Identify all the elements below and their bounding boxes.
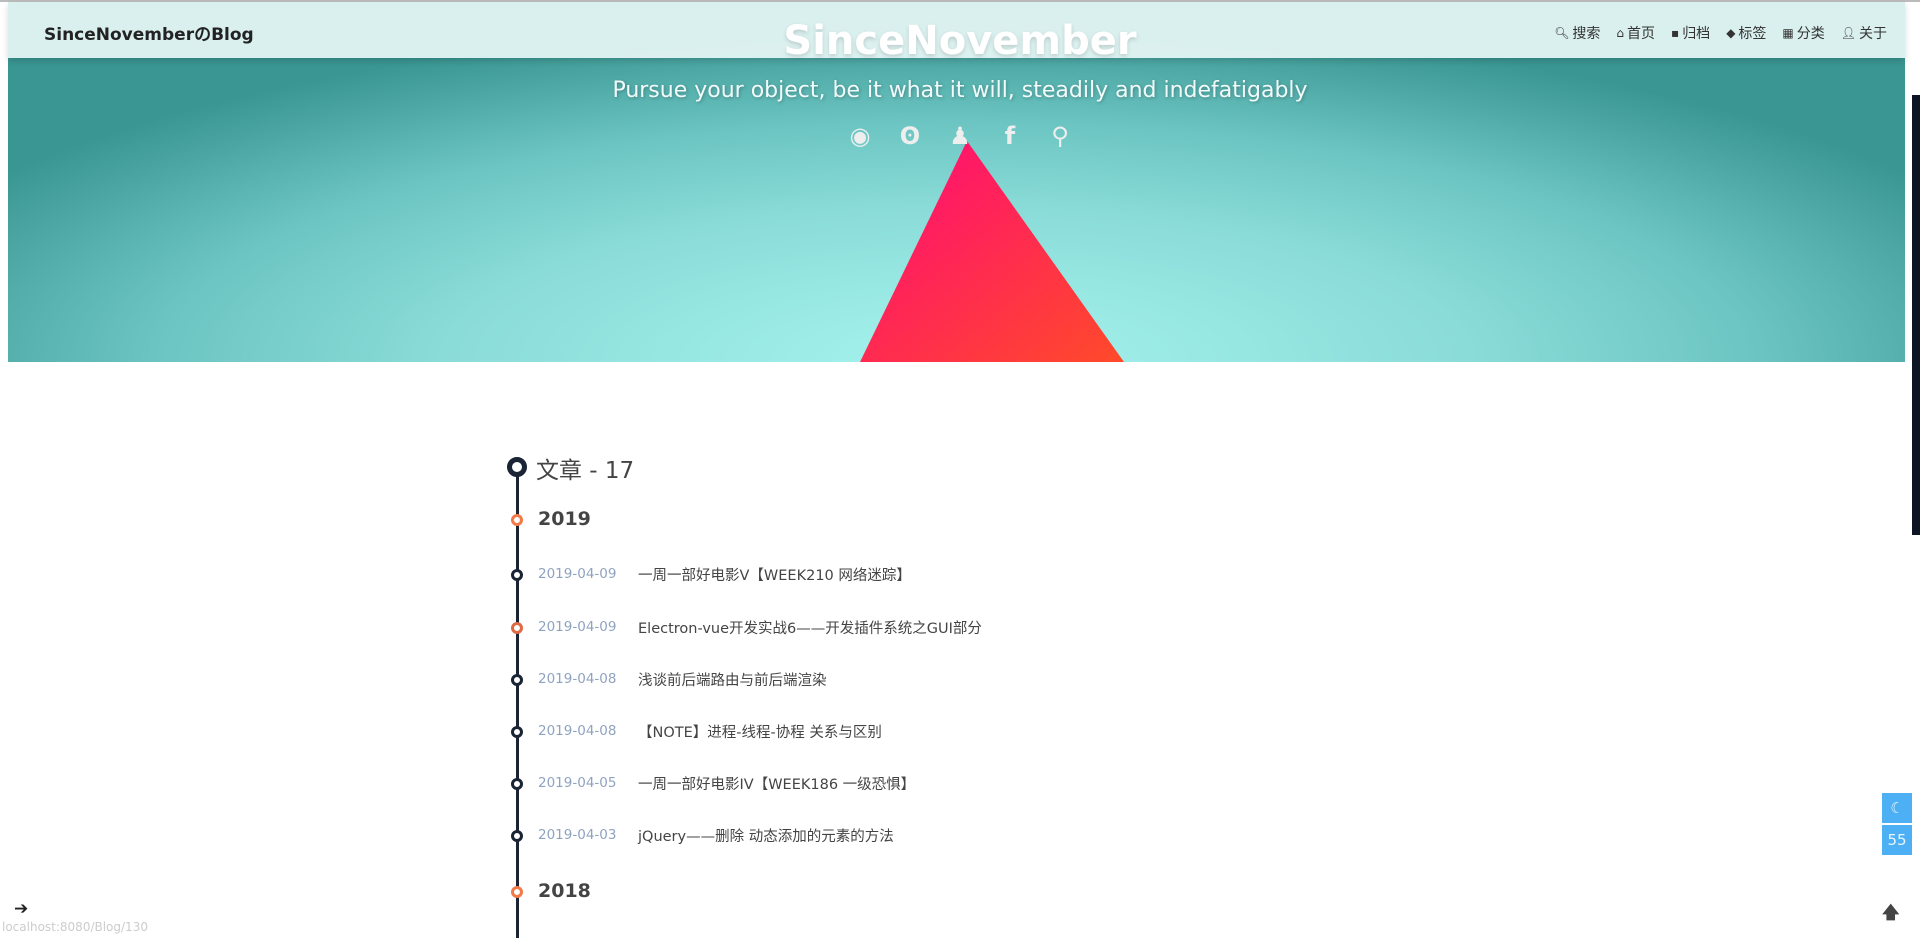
github-icon[interactable]: ◉ <box>848 122 872 150</box>
post-title-link[interactable]: 【NOTE】进程-线程-协程 关系与区别 <box>638 721 882 742</box>
post-date: 2019-04-09 <box>538 566 617 582</box>
post-title-link[interactable]: 一周一部好电影V【WEEK210 网络迷踪】 <box>638 564 911 585</box>
post-date: 2019-04-05 <box>538 775 617 791</box>
post-date: 2019-04-09 <box>538 619 617 635</box>
back-to-top-icon[interactable]: 🡅 <box>1882 900 1899 929</box>
year-dot <box>511 886 523 898</box>
post-dot <box>511 726 523 738</box>
site-subtitle: Pursue your object, be it what it will, … <box>612 78 1308 103</box>
search-icon[interactable]: ⚲ <box>1048 122 1072 150</box>
post-title-link[interactable]: 一周一部好电影IV【WEEK186 一级恐惧】 <box>638 773 915 794</box>
post-title-link[interactable]: 浅谈前后端路由与前后端渲染 <box>638 669 827 690</box>
site-title: SinceNovember <box>783 18 1137 64</box>
timeline-head-dot <box>507 457 527 477</box>
post-dot <box>511 674 523 686</box>
dark-mode-button[interactable]: ☾ <box>1882 793 1912 823</box>
post-dot <box>511 830 523 842</box>
facebook-icon[interactable]: f <box>998 122 1022 150</box>
social-links: ◉ ʘ ♟ f ⚲ <box>8 122 1905 150</box>
moon-icon: ☾ <box>1890 799 1904 817</box>
timeline-line <box>516 466 519 938</box>
post-dot <box>511 778 523 790</box>
weibo-icon[interactable]: ʘ <box>898 122 922 150</box>
read-progress-counter[interactable]: 55 <box>1882 825 1912 855</box>
status-bar-url: localhost:8080/Blog/130 <box>2 920 148 934</box>
post-dot <box>511 569 523 581</box>
side-panel-edge[interactable] <box>1912 95 1920 535</box>
year-dot <box>511 514 523 526</box>
post-date: 2019-04-08 <box>538 723 617 739</box>
year-heading: 2019 <box>538 508 591 530</box>
post-count: 文章 - 17 <box>536 458 635 484</box>
post-title-link[interactable]: jQuery——删除 动态添加的元素的方法 <box>638 825 894 846</box>
post-date: 2019-04-08 <box>538 671 617 687</box>
sidebar-toggle-arrow-icon[interactable]: ➔ <box>14 899 28 919</box>
post-dot <box>511 622 523 634</box>
post-title-link[interactable]: Electron-vue开发实战6——开发插件系统之GUI部分 <box>638 617 982 638</box>
qq-icon[interactable]: ♟ <box>948 122 972 150</box>
year-heading: 2018 <box>538 880 591 902</box>
post-date: 2019-04-03 <box>538 827 617 843</box>
